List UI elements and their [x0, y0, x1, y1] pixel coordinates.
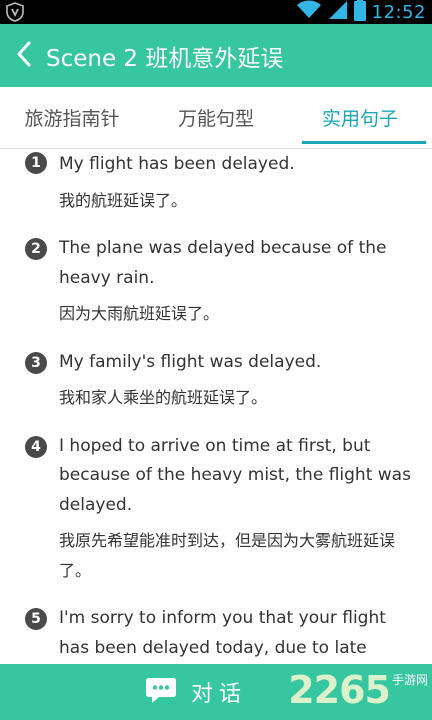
list-item[interactable]: 4 I hoped to arrive on time at first, bu…: [0, 432, 432, 586]
english-sentence: My family's flight was delayed.: [59, 351, 322, 372]
tab-sentence-patterns[interactable]: 万能句型: [144, 87, 288, 148]
chat-bubble-icon: [145, 676, 177, 708]
watermark-number: 2265: [288, 668, 391, 712]
english-sentence: I hoped to arrive on time at first, but …: [59, 435, 411, 515]
dialogue-bar[interactable]: 对话 2265 手游网: [0, 664, 432, 720]
dialogue-label: 对话: [190, 682, 247, 707]
item-number-badge: 5: [25, 608, 47, 630]
sentence-list[interactable]: 1 My flight has been delayed. 我的航班延误了。 2…: [0, 150, 432, 664]
shield-app-icon: [4, 2, 26, 22]
list-item[interactable]: 2 The plane was delayed because of the h…: [0, 234, 432, 329]
app-header: Scene 2 班机意外延误: [0, 24, 432, 87]
watermark-sub: 手游网: [391, 673, 428, 687]
list-item[interactable]: 1 My flight has been delayed. 我的航班延误了。: [0, 150, 432, 215]
watermark-logo: 2265 手游网: [288, 668, 428, 712]
battery-icon: [353, 0, 366, 25]
english-sentence: The plane was delayed because of the hea…: [59, 238, 387, 288]
status-bar: 12:52: [0, 0, 432, 24]
signal-icon: [328, 0, 348, 24]
list-item[interactable]: 5 I'm sorry to inform you that your flig…: [0, 604, 432, 663]
chevron-left-icon: [14, 40, 34, 72]
item-number-badge: 1: [25, 152, 47, 174]
chinese-translation: 因为大雨航班延误了。: [59, 304, 220, 323]
chinese-translation: 我原先希望能准时到达，但是因为大雾航班延误了。: [59, 531, 396, 580]
english-sentence: I'm sorry to inform you that your flight…: [59, 608, 386, 658]
tab-bar: 旅游指南针 万能句型 实用句子: [0, 87, 432, 149]
tab-useful-sentences[interactable]: 实用句子: [288, 87, 432, 148]
item-number-badge: 2: [25, 238, 47, 260]
item-number-badge: 3: [25, 351, 47, 374]
back-button[interactable]: [2, 24, 46, 87]
item-number-badge: 4: [25, 435, 47, 458]
status-time: 12:52: [371, 1, 426, 23]
dialogue-button[interactable]: 对话: [145, 676, 247, 708]
tab-travel-guide[interactable]: 旅游指南针: [0, 87, 144, 148]
english-sentence: My flight has been delayed.: [59, 154, 295, 174]
list-item[interactable]: 3 My family's flight was delayed. 我和家人乘坐…: [0, 348, 432, 413]
page-title: Scene 2 班机意外延误: [46, 45, 284, 72]
chinese-translation: 我和家人乘坐的航班延误了。: [59, 388, 268, 407]
wifi-icon: [296, 0, 322, 24]
chinese-translation: 我的航班延误了。: [59, 190, 188, 210]
